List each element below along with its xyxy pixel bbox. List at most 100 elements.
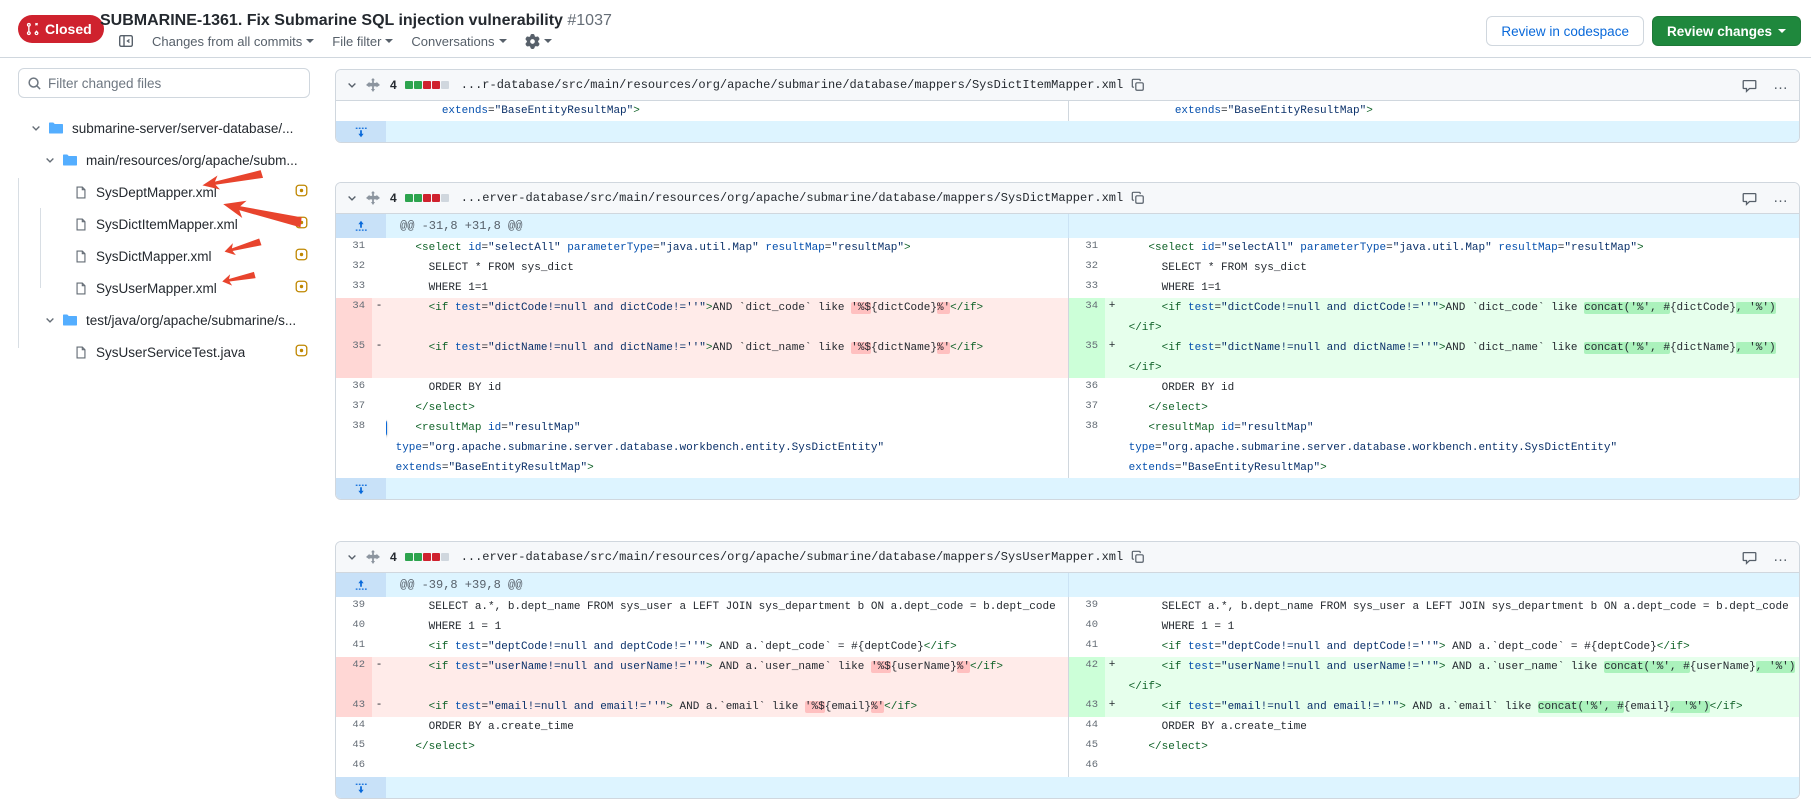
collapse-file-chevron-icon[interactable] <box>346 192 358 204</box>
line-number[interactable]: 34 <box>1069 298 1105 338</box>
code-text: <if test="email!=null and email!=''"> AN… <box>1122 697 1799 717</box>
review-changes-button[interactable]: Review changes <box>1652 16 1801 46</box>
comment-button[interactable] <box>1742 78 1757 93</box>
code-text: </select> <box>389 737 1068 757</box>
copy-icon[interactable] <box>1131 78 1145 92</box>
code-line: <if test="deptCode!=null and deptCode!='… <box>1119 637 1799 657</box>
diff-line-row: 39 SELECT a.*, b.dept_name FROM sys_user… <box>336 597 1799 617</box>
kebab-menu-button[interactable]: … <box>1773 553 1789 561</box>
expand-hunk-button[interactable] <box>336 573 386 597</box>
line-number[interactable]: 34 <box>336 298 372 338</box>
diff-line-row: 37 </select>37 </select> <box>336 398 1799 418</box>
line-number[interactable] <box>336 101 372 121</box>
line-number[interactable]: 32 <box>336 258 372 278</box>
line-number[interactable]: 41 <box>336 637 372 657</box>
line-number[interactable]: 36 <box>336 378 372 398</box>
line-number[interactable]: 46 <box>336 757 372 777</box>
comment-button[interactable] <box>1742 550 1757 565</box>
code-text: <if test="dictCode!=null and dictCode!='… <box>1122 298 1799 318</box>
chevron-down-icon <box>44 154 56 166</box>
changes-from-menu[interactable]: Changes from all commits <box>152 34 314 49</box>
line-number[interactable]: 45 <box>1069 737 1105 757</box>
diff-cell-ctx: 40 WHERE 1 = 1 <box>1068 617 1799 637</box>
line-number[interactable]: 37 <box>336 398 372 418</box>
diff-sign <box>1105 398 1119 418</box>
code-line: </select> <box>386 737 1068 757</box>
line-number[interactable]: 37 <box>1069 398 1105 418</box>
collapse-file-chevron-icon[interactable] <box>346 551 358 563</box>
line-number[interactable]: 40 <box>336 617 372 637</box>
line-number[interactable]: 46 <box>1069 757 1105 777</box>
copy-icon[interactable] <box>1131 550 1145 564</box>
kebab-menu-button[interactable]: … <box>1773 194 1789 202</box>
tree-file-row[interactable]: SysDictItemMapper.xml <box>0 208 330 240</box>
line-number[interactable] <box>1069 101 1105 121</box>
line-number[interactable]: 45 <box>336 737 372 757</box>
line-number[interactable]: 38 <box>336 418 372 478</box>
line-number[interactable]: 43 <box>1069 697 1105 717</box>
line-number[interactable]: 35 <box>1069 338 1105 378</box>
tree-item-label: SysDeptMapper.xml <box>96 185 217 200</box>
line-number[interactable]: 36 <box>1069 378 1105 398</box>
expand-hunk-button[interactable] <box>336 214 386 238</box>
line-number[interactable]: 31 <box>336 238 372 258</box>
diff-cell-ctx: 37 </select> <box>1068 398 1799 418</box>
diff-cell-add: 35+ <if test="dictName!=null and dictNam… <box>1068 338 1799 378</box>
code-line: SELECT a.*, b.dept_name FROM sys_user a … <box>1119 597 1799 617</box>
review-in-codespace-button[interactable]: Review in codespace <box>1486 16 1644 46</box>
diff-cell-del: 42- <if test="userName!=null and userNam… <box>336 657 1068 697</box>
line-number[interactable]: 33 <box>1069 278 1105 298</box>
line-number[interactable]: 40 <box>1069 617 1105 637</box>
tree-file-row[interactable]: SysUserServiceTest.java <box>0 336 330 368</box>
comment-button[interactable] <box>1742 191 1757 206</box>
diff-panel: 4...r-database/src/main/resources/org/ap… <box>335 69 1800 143</box>
tree-item-label: submarine-server/server-database/... <box>72 121 293 136</box>
file-filter-input[interactable] <box>48 76 301 91</box>
line-number[interactable]: 32 <box>1069 258 1105 278</box>
line-number[interactable]: 35 <box>336 338 372 378</box>
line-number[interactable]: 42 <box>336 657 372 697</box>
tree-file-row[interactable]: SysUserMapper.xml <box>0 272 330 304</box>
tree-folder-row[interactable]: main/resources/org/apache/subm... <box>0 144 330 176</box>
tree-file-row[interactable]: SysDictMapper.xml <box>0 240 330 272</box>
diffstat-block <box>414 553 422 561</box>
drag-handle-icon[interactable] <box>366 191 380 205</box>
expand-diff-row <box>336 777 1799 798</box>
line-number[interactable]: 41 <box>1069 637 1105 657</box>
file-filter-box[interactable] <box>18 68 310 98</box>
collapse-sidebar-icon[interactable] <box>118 33 134 49</box>
drag-handle-icon[interactable] <box>366 550 380 564</box>
expand-down-button[interactable] <box>336 121 386 142</box>
expand-down-button[interactable] <box>336 478 386 499</box>
diff-cell-ctx: extends="BaseEntityResultMap"> <box>336 101 1068 121</box>
code-line: <resultMap id="resultMap" type="org.apac… <box>386 418 1068 478</box>
diff-settings-menu[interactable] <box>525 34 552 49</box>
file-header: 4...erver-database/src/main/resources/or… <box>336 183 1799 214</box>
line-number[interactable]: 44 <box>336 717 372 737</box>
expand-down-button[interactable] <box>336 777 386 798</box>
file-filter-menu[interactable]: File filter <box>332 34 393 49</box>
drag-handle-icon[interactable] <box>366 78 380 92</box>
add-comment-button[interactable]: + <box>386 419 387 437</box>
code-line: SELECT a.*, b.dept_name FROM sys_user a … <box>386 597 1068 617</box>
tree-folder-row[interactable]: submarine-server/server-database/... <box>0 112 330 144</box>
diff-sign <box>372 258 386 278</box>
line-number[interactable]: 31 <box>1069 238 1105 258</box>
copy-icon[interactable] <box>1131 191 1145 205</box>
collapse-file-chevron-icon[interactable] <box>346 79 358 91</box>
tree-file-row[interactable]: SysDeptMapper.xml <box>0 176 330 208</box>
diff-cell-ctx: 41 <if test="deptCode!=null and deptCode… <box>1068 637 1799 657</box>
line-number[interactable]: 42 <box>1069 657 1105 697</box>
line-number[interactable]: 39 <box>336 597 372 617</box>
tree-folder-row[interactable]: test/java/org/apache/submarine/s... <box>0 304 330 336</box>
code-line: </select> <box>1119 737 1799 757</box>
line-number[interactable]: 44 <box>1069 717 1105 737</box>
kebab-menu-button[interactable]: … <box>1773 81 1789 89</box>
tree-item-label: SysDictItemMapper.xml <box>96 217 238 232</box>
line-number[interactable]: 38 <box>1069 418 1105 478</box>
line-number[interactable]: 43 <box>336 697 372 717</box>
code-line: ORDER BY a.create_time <box>1119 717 1799 737</box>
line-number[interactable]: 39 <box>1069 597 1105 617</box>
line-number[interactable]: 33 <box>336 278 372 298</box>
conversations-menu[interactable]: Conversations <box>411 34 506 49</box>
